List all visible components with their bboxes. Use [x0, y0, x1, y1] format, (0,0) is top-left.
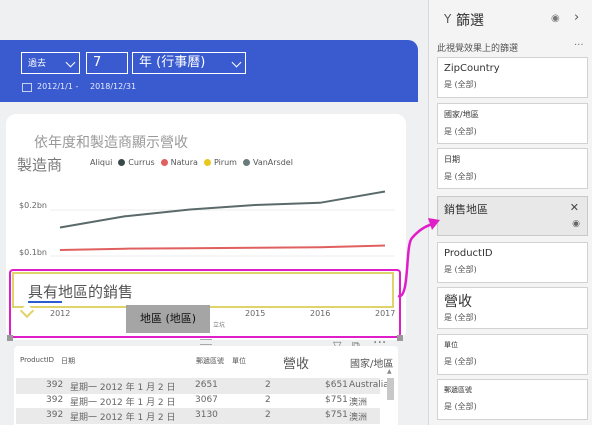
callout-arrow-path [397, 222, 434, 298]
callout-arrow [397, 218, 440, 298]
